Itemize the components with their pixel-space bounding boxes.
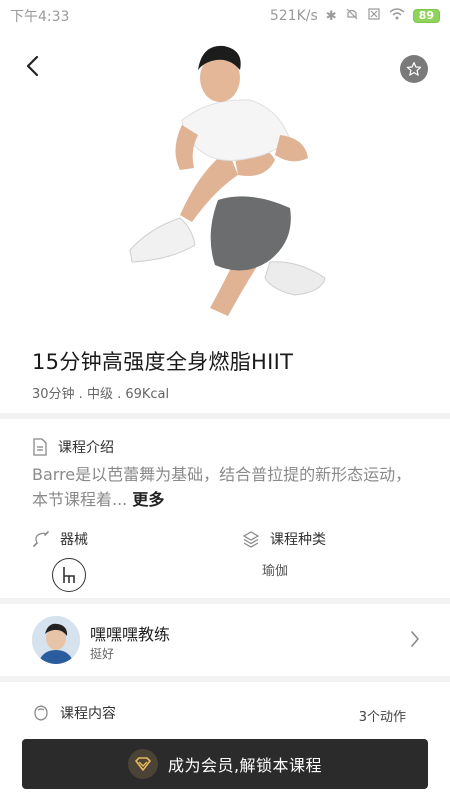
coach-row[interactable]: 嘿嘿嘿教练 挺好 [0,604,450,676]
back-button[interactable] [16,50,48,82]
coach-name: 嘿嘿嘿教练 [90,625,171,644]
bluetooth-icon: ✱ [325,8,337,24]
more-link[interactable]: 更多 [132,490,164,509]
intro-text: Barre是以芭蕾舞为基础，结合普拉提的新形态运动，本节课程着... [32,465,412,509]
intro-description: Barre是以芭蕾舞为基础，结合普拉提的新形态运动，本节课程着... 更多 [32,462,422,512]
sim-off-icon [367,7,381,25]
chair-icon [63,567,75,583]
layers-icon [242,531,260,548]
intro-header: 课程介绍 [32,437,114,457]
course-title: 15分钟高强度全身燃脂HIIT [32,350,294,374]
avatar [32,616,80,664]
jump-rope-icon [33,531,49,547]
coach-subtitle: 挺好 [90,647,115,661]
action-count: 3个动作 [358,710,406,725]
coach-hero-image [129,45,326,316]
back-arrow-icon [26,55,39,77]
equipment-chair [52,558,86,592]
section-divider [0,413,450,419]
vip-diamond-icon [135,757,151,771]
document-icon [33,438,47,456]
status-bar: 下午4:33 521K/s ✱ 89 [0,0,450,32]
content-label: 课程内容 [60,706,116,722]
battery-indicator: 89 [412,9,440,23]
status-right: 521K/s ✱ 89 [270,7,440,25]
net-speed: 521K/s [269,8,318,24]
wifi-icon [389,7,405,25]
course-meta: 30分钟 . 中级 . 69Kcal [32,387,170,402]
content-header[interactable]: 课程内容 [32,703,116,723]
chevron-right-icon [411,631,419,647]
course-type-value: 瑜伽 [262,564,289,579]
mute-icon [345,7,359,25]
course-type-label: 课程种类 [270,532,326,548]
star-icon [406,62,422,76]
dumbbell-icon [34,705,48,721]
status-time: 下午4:33 [10,9,70,25]
vip-badge [127,749,158,779]
section-divider [0,676,450,682]
intro-label: 课程介绍 [58,440,114,456]
become-member-button[interactable]: 成为会员,解锁本课程 [22,739,428,789]
favorite-button[interactable] [400,55,428,83]
course-type-header: 课程种类 [242,529,326,549]
equipment-header: 器械 [32,529,88,549]
cta-label: 成为会员,解锁本课程 [167,756,323,775]
equipment-label: 器械 [60,532,88,548]
